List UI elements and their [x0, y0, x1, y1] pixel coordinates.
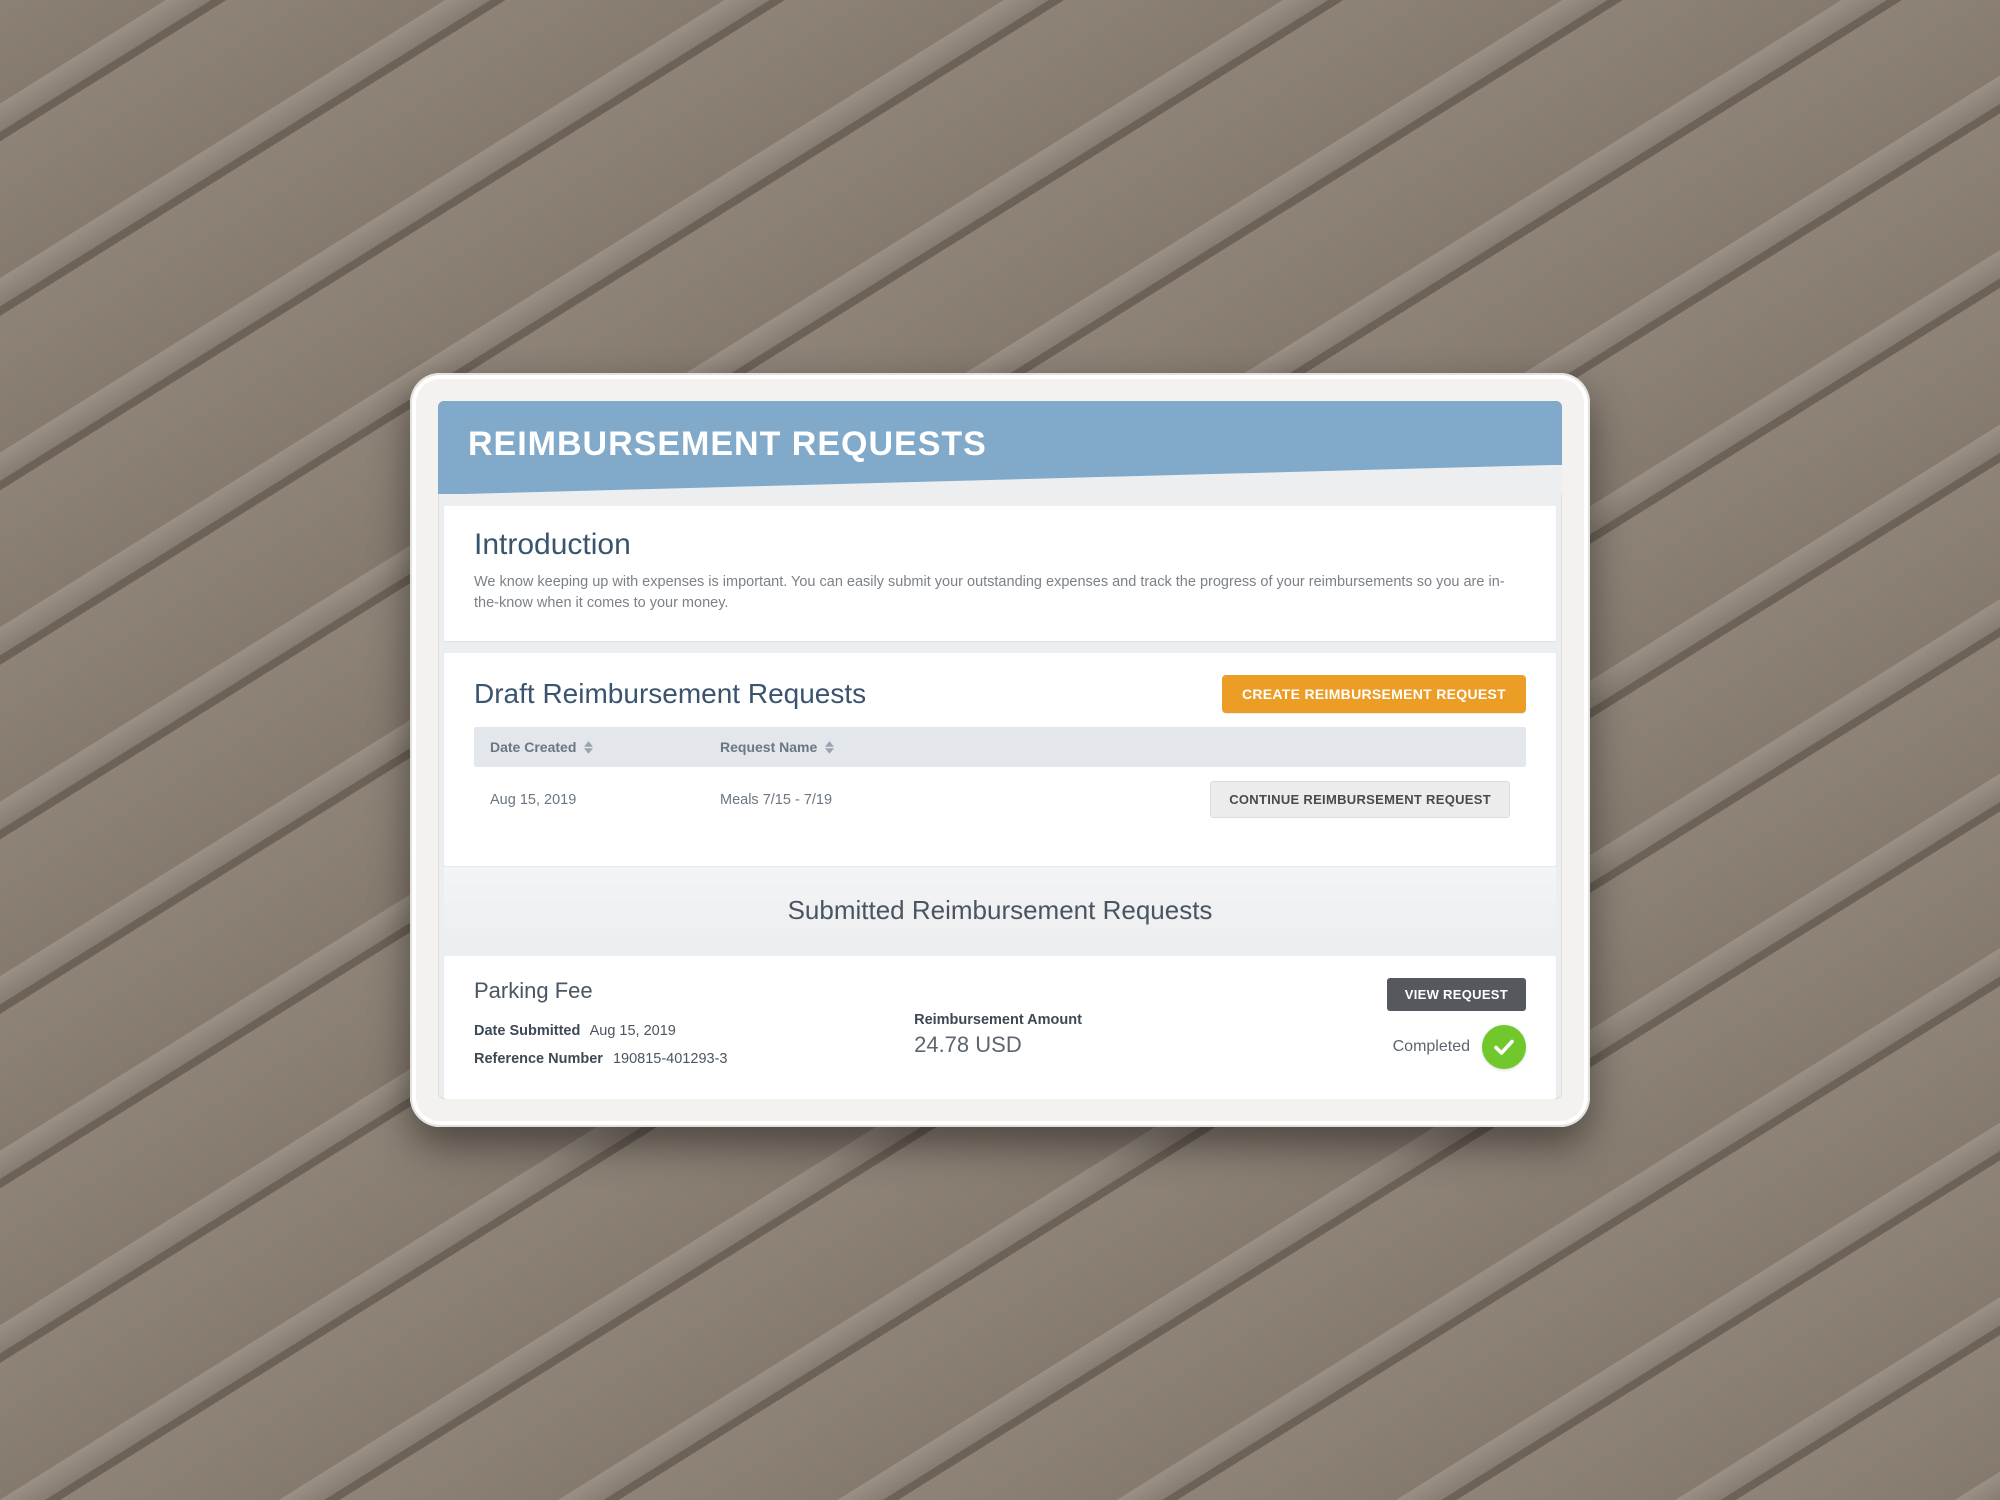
- drafts-heading: Draft Reimbursement Requests: [474, 678, 866, 710]
- submitted-heading: Submitted Reimbursement Requests: [444, 866, 1556, 944]
- date-submitted-value: Aug 15, 2019: [590, 1023, 676, 1039]
- page-banner: REIMBURSEMENT REQUESTS: [438, 401, 1562, 494]
- sort-icon[interactable]: [584, 741, 593, 754]
- intro-body: We know keeping up with expenses is impo…: [474, 572, 1526, 616]
- reimbursement-amount-value: 24.78 USD: [914, 1032, 1296, 1058]
- draft-row-name: Meals 7/15 - 7/19: [720, 792, 1190, 808]
- status-label: Completed: [1393, 1038, 1470, 1056]
- view-request-button[interactable]: VIEW REQUEST: [1387, 978, 1526, 1011]
- intro-card: Introduction We know keeping up with exp…: [444, 506, 1556, 642]
- column-header-date-created[interactable]: Date Created: [490, 739, 576, 755]
- page-title: REIMBURSEMENT REQUESTS: [468, 425, 1532, 464]
- date-submitted-label: Date Submitted: [474, 1023, 580, 1039]
- reference-number-label: Reference Number: [474, 1051, 603, 1067]
- column-header-request-name[interactable]: Request Name: [720, 739, 817, 755]
- create-reimbursement-button[interactable]: CREATE REIMBURSEMENT REQUEST: [1222, 675, 1526, 713]
- reimbursement-amount-label: Reimbursement Amount: [914, 1012, 1296, 1028]
- intro-heading: Introduction: [474, 528, 1526, 562]
- continue-reimbursement-button[interactable]: CONTINUE REIMBURSEMENT REQUEST: [1210, 781, 1510, 818]
- drafts-table: Date Created Request Name: [474, 727, 1526, 840]
- submitted-item: Parking Fee Date Submitted Aug 15, 2019 …: [444, 956, 1556, 1099]
- draft-row: Aug 15, 2019 Meals 7/15 - 7/19 CONTINUE …: [474, 767, 1526, 840]
- submitted-item-title: Parking Fee: [474, 978, 894, 1004]
- drafts-card: Draft Reimbursement Requests CREATE REIM…: [444, 653, 1556, 866]
- app-screen: REIMBURSEMENT REQUESTS Introduction We k…: [438, 401, 1562, 1100]
- checkmark-icon: [1482, 1025, 1526, 1069]
- reference-number-value: 190815-401293-3: [613, 1051, 728, 1067]
- drafts-table-header: Date Created Request Name: [474, 727, 1526, 767]
- tablet-frame: REIMBURSEMENT REQUESTS Introduction We k…: [410, 373, 1590, 1128]
- draft-row-date: Aug 15, 2019: [490, 792, 720, 808]
- sort-icon[interactable]: [825, 741, 834, 754]
